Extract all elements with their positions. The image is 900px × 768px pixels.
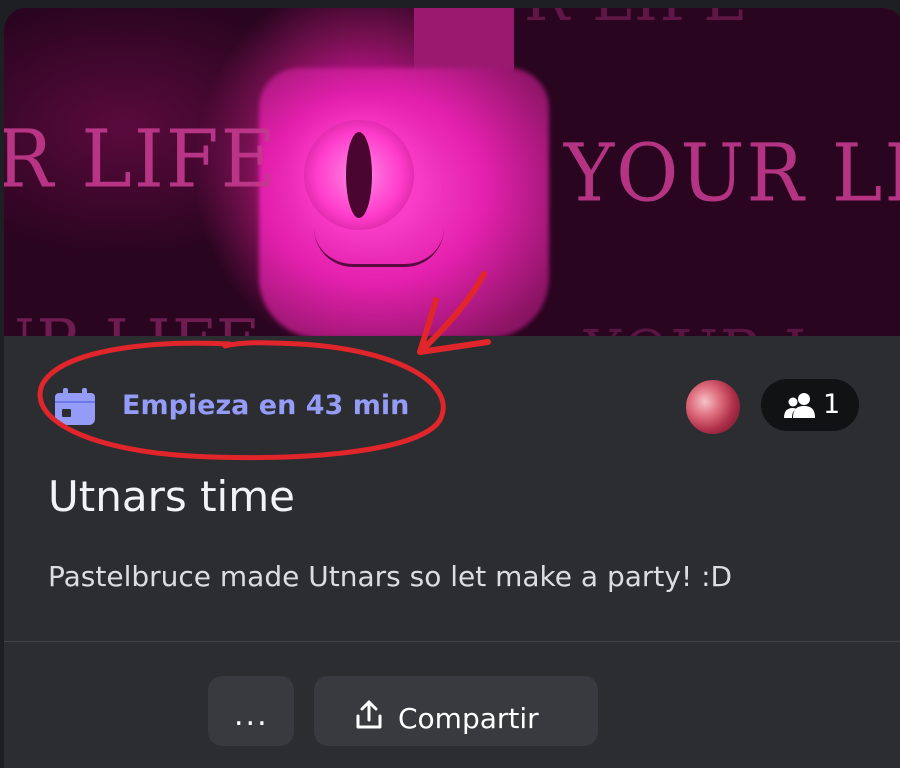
banner-creature-pupil [346, 132, 372, 218]
banner-text-left: R LIFE [4, 111, 279, 206]
interested-count-button[interactable]: 1 [761, 379, 859, 431]
banner-text-faint-bottom: UR LIFE [4, 306, 262, 336]
more-options-button[interactable]: ... [208, 676, 294, 746]
banner-creature-mouth [314, 228, 444, 267]
event-start-status: Empieza en 43 min [122, 390, 410, 421]
event-description: Pastelbruce made Utnars so let make a pa… [48, 560, 733, 593]
calendar-icon [55, 388, 95, 425]
share-button[interactable]: Compartir [314, 676, 598, 746]
share-icon [356, 700, 382, 729]
event-title: Utnars time [48, 472, 295, 521]
divider [4, 641, 900, 642]
banner-text-faint-top: R LIFE [524, 8, 749, 36]
banner-text-right: YOUR LIFE [564, 125, 900, 220]
banner-creature-eye [304, 120, 414, 230]
event-card: R LIFE R LIFE YOUR LIFE UR LIFE YOUR L E… [4, 8, 900, 768]
banner-text-faint-bottom2: YOUR L [584, 318, 823, 336]
interested-count: 1 [823, 389, 841, 420]
share-label: Compartir [398, 702, 539, 735]
host-avatar[interactable] [684, 378, 742, 436]
event-banner-image: R LIFE R LIFE YOUR LIFE UR LIFE YOUR L [4, 8, 900, 336]
more-options-label: ... [234, 698, 269, 733]
people-icon [784, 393, 815, 418]
